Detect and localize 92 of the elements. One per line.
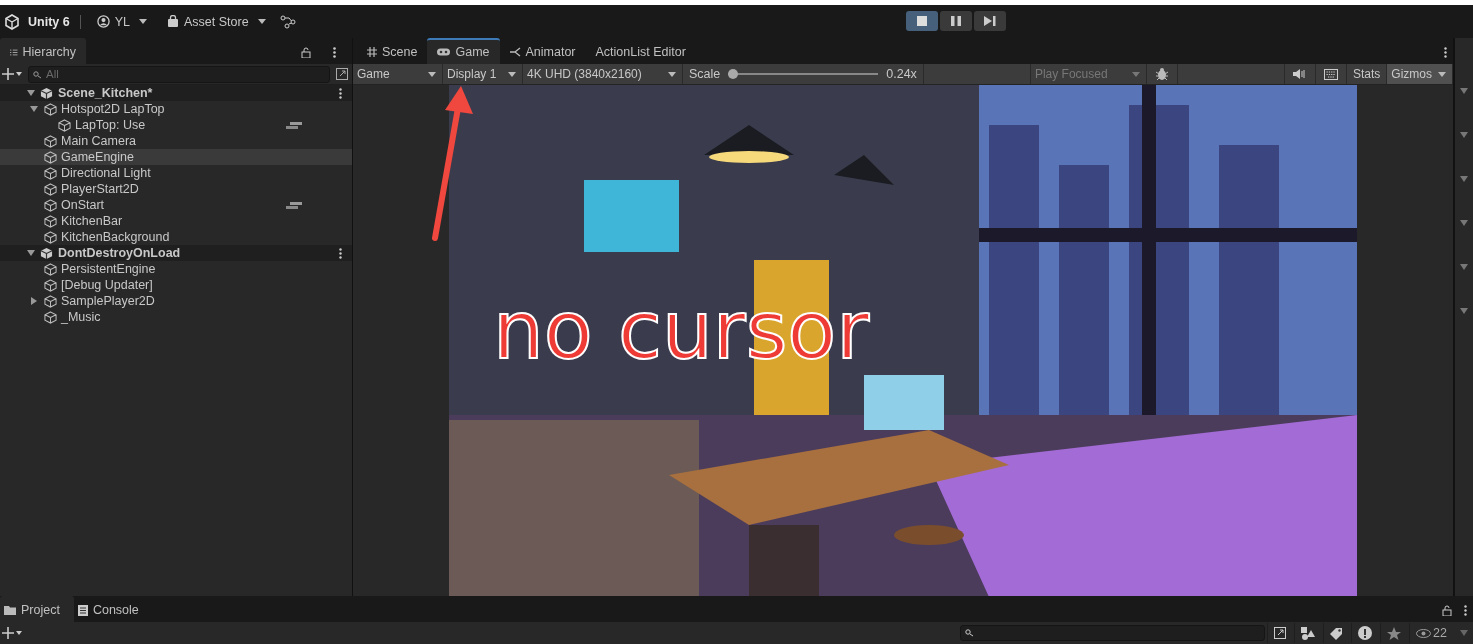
item-name: OnStart: [61, 198, 105, 212]
hierarchy-item[interactable]: _Music: [0, 309, 352, 325]
account-menu[interactable]: YL: [90, 12, 153, 31]
foldout-arrow-icon[interactable]: [1460, 308, 1468, 314]
hierarchy-item[interactable]: PersistentEngine: [0, 261, 352, 277]
item-name: SamplePlayer2D: [61, 294, 155, 308]
gizmos-dropdown[interactable]: Gizmos: [1387, 64, 1453, 84]
cube-icon: [44, 134, 57, 148]
scene-row[interactable]: DontDestroyOnLoad: [0, 245, 352, 261]
panel-tab[interactable]: Project: [0, 596, 74, 622]
item-name: Directional Light: [61, 166, 151, 180]
popout-icon[interactable]: [336, 68, 348, 80]
scroll-down-icon[interactable]: [1460, 630, 1468, 636]
foldout-arrow-icon[interactable]: [1460, 88, 1468, 94]
scene-icon: [40, 86, 53, 100]
scale-label: Scale: [689, 67, 721, 81]
hierarchy-item[interactable]: PlayerStart2D: [0, 181, 352, 197]
cube-icon: [44, 182, 57, 196]
cube-icon: [44, 230, 57, 244]
scene-icon: [40, 246, 53, 260]
foldout-arrow-icon[interactable]: [1460, 176, 1468, 182]
item-name: _Music: [61, 310, 101, 324]
bag-icon: [167, 15, 179, 28]
cube-icon: [44, 214, 57, 228]
hierarchy-item[interactable]: KitchenBackground: [0, 229, 352, 245]
hierarchy-item[interactable]: LapTop: Use: [0, 117, 352, 133]
hierarchy-item[interactable]: Hotspot2D LapTop: [0, 101, 352, 117]
scale-reading: 0.24x: [886, 67, 917, 81]
component-marker-icon: [286, 201, 304, 209]
add-menu-icon[interactable]: [2, 627, 22, 639]
item-name: PersistentEngine: [61, 262, 156, 276]
hierarchy-item[interactable]: OnStart: [0, 197, 352, 213]
cube-icon: [44, 102, 57, 116]
step-icon: [984, 16, 996, 26]
hierarchy-item[interactable]: KitchenBar: [0, 213, 352, 229]
panel-tab[interactable]: Console: [73, 596, 153, 622]
cube-icon: [58, 118, 71, 132]
branch-icon: [509, 47, 521, 57]
view-tab[interactable]: ActionList Editor: [585, 38, 696, 64]
pause-button[interactable]: [940, 11, 972, 31]
list-icon: [10, 47, 18, 57]
hierarchy-item[interactable]: [Debug Updater]: [0, 277, 352, 293]
foldout-arrow-icon[interactable]: [1460, 132, 1468, 138]
step-button[interactable]: [974, 11, 1006, 31]
scene-row[interactable]: Scene_Kitchen*: [0, 85, 352, 101]
console-icon: [77, 604, 88, 616]
cube-icon: [44, 166, 57, 180]
foldout-arrow-icon[interactable]: [1460, 264, 1468, 270]
stop-icon: [917, 16, 927, 26]
gamepad-icon: [437, 48, 451, 56]
item-name: LapTop: Use: [75, 118, 146, 132]
search-field[interactable]: All: [28, 65, 330, 83]
cube-icon: [44, 310, 57, 324]
hierarchy-tab[interactable]: Hierarchy: [0, 38, 86, 64]
hierarchy-item[interactable]: Directional Light: [0, 165, 352, 181]
cube-icon: [44, 278, 57, 292]
view-tab[interactable]: Animator: [499, 38, 586, 64]
version-control-icon[interactable]: [279, 14, 296, 29]
folder-icon: [4, 605, 16, 615]
cube-icon: [44, 198, 57, 212]
hierarchy-item[interactable]: GameEngine: [0, 149, 352, 165]
search-field[interactable]: [960, 625, 1266, 641]
item-name: KitchenBar: [61, 214, 123, 228]
add-menu-icon[interactable]: [2, 68, 22, 80]
product-name: Unity 6: [28, 14, 70, 29]
stop-button[interactable]: [906, 11, 938, 31]
visibility-toggle[interactable]: 22: [1409, 623, 1453, 643]
view-tab[interactable]: Game: [427, 38, 500, 64]
item-name: KitchenBackground: [61, 230, 170, 244]
view-tab[interactable]: Scene: [357, 38, 428, 64]
asset-store-menu[interactable]: Asset Store: [161, 12, 272, 31]
expand-arrow-icon[interactable]: [30, 297, 38, 305]
cube-icon: [44, 150, 57, 164]
cube-icon: [44, 294, 57, 308]
unity-logo-icon[interactable]: [4, 13, 20, 30]
item-name: GameEngine: [61, 150, 134, 164]
scene-name: DontDestroyOnLoad: [58, 246, 181, 260]
pause-icon: [951, 16, 961, 26]
grid-icon: [367, 47, 377, 57]
component-marker-icon: [286, 121, 304, 129]
expand-arrow-icon[interactable]: [30, 105, 38, 113]
account-icon: [96, 15, 110, 28]
foldout-arrow-icon[interactable]: [1460, 220, 1468, 226]
hierarchy-item[interactable]: Main Camera: [0, 133, 352, 149]
item-name: Hotspot2D LapTop: [61, 102, 165, 116]
eye-icon: [1416, 628, 1432, 638]
hierarchy-item[interactable]: SamplePlayer2D: [0, 293, 352, 309]
item-name: Main Camera: [61, 134, 137, 148]
item-name: PlayerStart2D: [61, 182, 139, 196]
cube-icon: [44, 262, 57, 276]
item-name: [Debug Updater]: [61, 278, 153, 292]
scene-name: Scene_Kitchen*: [58, 86, 153, 100]
